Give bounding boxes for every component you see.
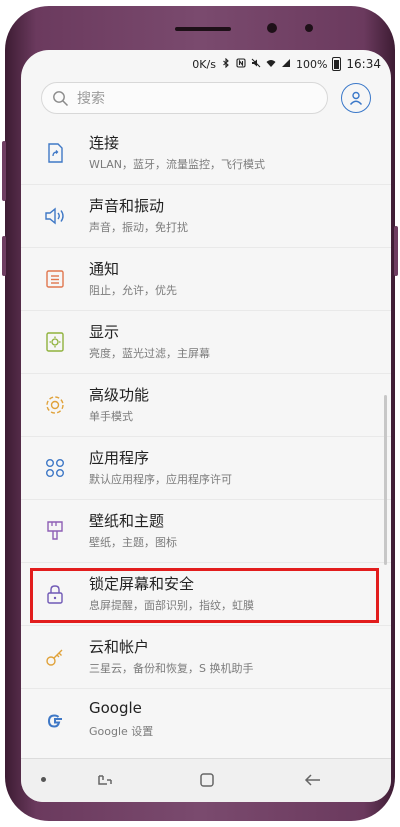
search-placeholder: 搜索 xyxy=(77,91,105,107)
settings-item-subtitle: 声音，振动，免打扰 xyxy=(89,221,188,234)
phone-frame: 0K/s 100% 16:34 搜索 连接 WLAN，蓝牙，流量监控，飞行模式 … xyxy=(2,6,398,821)
scrollbar[interactable] xyxy=(384,395,387,565)
highlight-box xyxy=(30,568,379,623)
earpiece xyxy=(175,27,231,31)
notifications-icon xyxy=(43,267,67,291)
settings-item-subtitle: WLAN，蓝牙，流量监控，飞行模式 xyxy=(89,158,266,171)
bixby-button xyxy=(2,236,6,276)
signal-icon xyxy=(281,58,291,71)
nav-dot[interactable] xyxy=(41,777,46,782)
settings-item-subtitle: 亮度，蓝光过滤，主屏幕 xyxy=(89,347,210,360)
settings-item-title: 壁纸和主题 xyxy=(89,512,165,530)
sensor xyxy=(305,24,313,32)
front-camera xyxy=(267,23,277,33)
search-icon xyxy=(52,90,69,107)
settings-item-subtitle: 默认应用程序，应用程序许可 xyxy=(89,473,232,486)
sound-icon xyxy=(43,204,67,228)
settings-item-display[interactable]: 显示 亮度，蓝光过滤，主屏幕 xyxy=(21,311,391,374)
settings-item-notifications[interactable]: 通知 阻止，允许，优先 xyxy=(21,248,391,311)
settings-list: 连接 WLAN，蓝牙，流量监控，飞行模式 声音和振动 声音，振动，免打扰 通知 … xyxy=(21,122,391,752)
settings-item-subtitle: 单手模式 xyxy=(89,410,133,423)
volume-button xyxy=(2,141,6,201)
settings-item-google[interactable]: Google Google 设置 xyxy=(21,689,391,752)
settings-item-title: Google xyxy=(89,699,142,717)
nfc-icon xyxy=(236,57,246,71)
clock: 16:34 xyxy=(346,57,381,71)
google-icon xyxy=(43,709,67,733)
wifi-icon xyxy=(266,58,276,71)
search-input[interactable]: 搜索 xyxy=(41,82,328,114)
settings-item-title: 连接 xyxy=(89,134,120,152)
settings-item-advanced[interactable]: 高级功能 单手模式 xyxy=(21,374,391,437)
settings-item-title: 高级功能 xyxy=(89,386,150,404)
navigation-bar xyxy=(21,758,391,802)
screen: 0K/s 100% 16:34 搜索 连接 WLAN，蓝牙，流量监控，飞行模式 … xyxy=(21,50,391,802)
settings-item-subtitle: Google 设置 xyxy=(89,725,154,738)
settings-item-title: 显示 xyxy=(89,323,120,341)
key-icon xyxy=(43,645,67,669)
display-icon xyxy=(43,330,67,354)
network-speed: 0K/s xyxy=(192,57,216,71)
settings-item-title: 应用程序 xyxy=(89,449,150,467)
profile-button[interactable] xyxy=(341,83,371,113)
wallpaper-brush-icon xyxy=(43,519,67,543)
settings-item-subtitle: 三星云，备份和恢复，S 换机助手 xyxy=(89,662,254,675)
status-bar: 0K/s 100% 16:34 xyxy=(21,50,391,78)
recent-apps-button[interactable] xyxy=(93,768,117,792)
settings-item-title: 云和帐户 xyxy=(89,638,150,656)
settings-item-connections[interactable]: 连接 WLAN，蓝牙，流量监控，飞行模式 xyxy=(21,122,391,185)
bluetooth-icon xyxy=(221,57,231,71)
advanced-features-icon xyxy=(43,393,67,417)
home-button[interactable] xyxy=(195,768,219,792)
back-button[interactable] xyxy=(301,768,325,792)
battery-icon xyxy=(332,56,342,72)
settings-item-sound[interactable]: 声音和振动 声音，振动，免打扰 xyxy=(21,185,391,248)
home-icon xyxy=(200,773,214,787)
apps-icon xyxy=(43,456,67,480)
settings-item-apps[interactable]: 应用程序 默认应用程序，应用程序许可 xyxy=(21,437,391,500)
settings-item-subtitle: 阻止，允许，优先 xyxy=(89,284,177,297)
recent-apps-icon xyxy=(98,775,112,785)
settings-item-cloud-accounts[interactable]: 云和帐户 三星云，备份和恢复，S 换机助手 xyxy=(21,626,391,689)
connections-icon xyxy=(43,141,67,165)
settings-item-title: 通知 xyxy=(89,260,120,278)
battery-percent: 100% xyxy=(295,57,328,71)
mute-icon xyxy=(251,58,261,71)
profile-icon xyxy=(348,90,364,106)
settings-item-title: 声音和振动 xyxy=(89,197,165,215)
back-icon xyxy=(304,774,320,786)
settings-item-wallpaper[interactable]: 壁纸和主题 壁纸，主题，图标 xyxy=(21,500,391,563)
settings-item-subtitle: 壁纸，主题，图标 xyxy=(89,536,177,549)
power-button xyxy=(394,226,398,276)
